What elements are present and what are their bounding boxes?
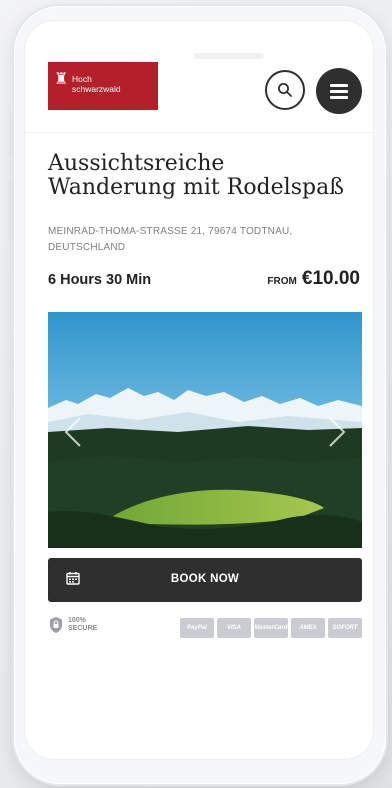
sofort-logo: SOFORT (328, 618, 362, 638)
payment-methods: PayPal VISA MasterCard AMEX SOFORT (180, 618, 362, 638)
price-value: €10.00 (301, 268, 360, 289)
tour-price: FROM €10.00 (267, 268, 360, 290)
search-icon (278, 83, 292, 97)
site-header: ♜ Hoch schwarzwald (24, 20, 374, 133)
address-line2: DEUTSCHLAND (48, 242, 126, 253)
secure-line2: SECURE (68, 625, 98, 632)
logo-text-line2: schwarzwald (72, 84, 121, 94)
address-line1: MEINRAD-THOMA-STRASSE 21, 79674 TODTNAU, (48, 226, 293, 237)
tour-title: Aussichtsreiche Wanderung mit Rodelspaß (48, 152, 358, 200)
logo-text-line1: Hoch (72, 74, 92, 84)
chevron-right-icon[interactable] (322, 412, 352, 452)
menu-button[interactable] (316, 68, 362, 114)
tour-address: MEINRAD-THOMA-STRASSE 21, 79674 TODTNAU,… (48, 224, 358, 256)
visa-logo: VISA (217, 618, 251, 638)
tour-title-line2: Wanderung mit Rodelspaß (48, 175, 344, 200)
tour-duration: 6 Hours 30 Min (48, 272, 152, 288)
secure-badge: 100% SECURE (48, 616, 97, 634)
secure-line1: 100% (68, 617, 86, 624)
phone-side-button (9, 118, 14, 158)
book-now-label: BOOK NOW (170, 573, 240, 585)
book-now-button[interactable]: BOOK NOW (48, 558, 362, 602)
logo-tower-icon: ♜ (54, 71, 69, 88)
search-button[interactable] (265, 70, 305, 110)
paypal-logo: PayPal (180, 618, 214, 638)
brand-logo[interactable]: ♜ Hoch schwarzwald (48, 62, 158, 110)
phone-screen: ♜ Hoch schwarzwald Aussichtsreiche Wande… (24, 20, 374, 760)
image-gallery[interactable] (48, 312, 362, 548)
tour-title-line1: Aussichtsreiche (48, 151, 225, 176)
mastercard-logo: MasterCard (254, 618, 288, 638)
landscape-photo (48, 312, 362, 548)
phone-side-button (9, 180, 14, 242)
shield-lock-icon (50, 617, 62, 633)
amex-logo: AMEX (291, 618, 325, 638)
chevron-left-icon[interactable] (58, 412, 88, 452)
price-prefix: FROM (267, 276, 297, 287)
